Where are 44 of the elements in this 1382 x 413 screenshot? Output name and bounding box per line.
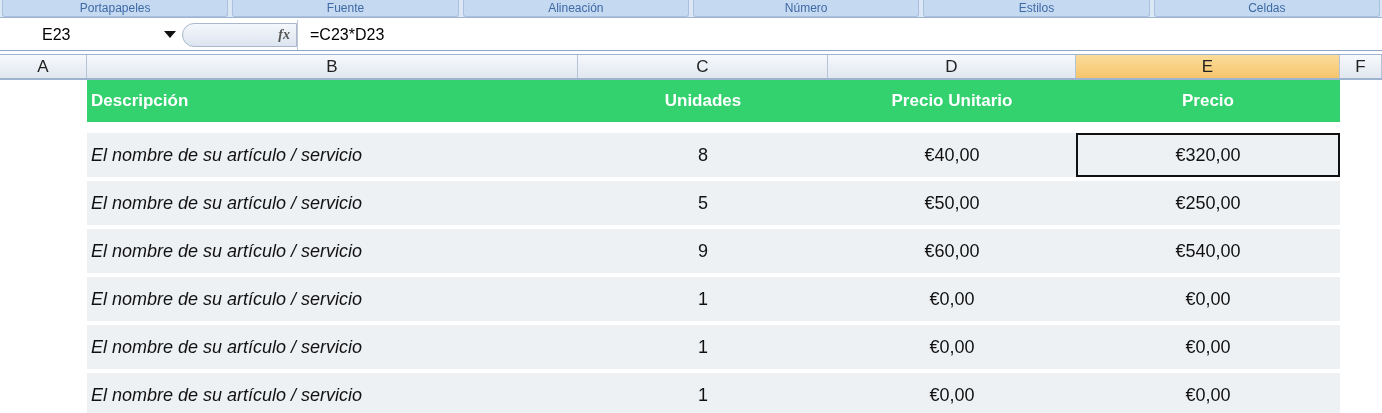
table-cell[interactable]: 1 (578, 277, 828, 321)
column-header[interactable]: D (828, 55, 1076, 78)
table-cell[interactable]: €540,00 (1076, 229, 1340, 273)
ribbon-group-label: Fuente (232, 0, 459, 17)
table-cell[interactable]: 5 (578, 181, 828, 225)
table-cell[interactable]: El nombre de su artículo / servicio (87, 229, 578, 273)
ribbon-group-label: Número (693, 0, 920, 17)
table-header-cell: Descripción (87, 80, 578, 122)
formula-field[interactable]: =C23*D23 (297, 20, 385, 50)
table-cell[interactable]: 1 (578, 325, 828, 369)
table-cell[interactable]: El nombre de su artículo / servicio (87, 277, 578, 321)
table-cell[interactable]: €0,00 (1076, 277, 1340, 321)
ribbon-group-label: Estilos (923, 0, 1150, 17)
table-cell[interactable]: €40,00 (828, 133, 1076, 177)
column-header[interactable]: B (87, 55, 578, 78)
column-header[interactable]: E (1076, 55, 1340, 78)
ribbon-group-label: Alineación (462, 0, 689, 17)
table-cell[interactable]: €320,00 (1076, 133, 1340, 177)
ribbon-group-label: Portapapeles (2, 0, 229, 17)
table-cell[interactable]: El nombre de su artículo / servicio (87, 181, 578, 225)
table-cell[interactable]: El nombre de su artículo / servicio (87, 373, 578, 413)
dropdown-caret-icon (164, 31, 176, 39)
table-cell[interactable]: €250,00 (1076, 181, 1340, 225)
table-cell[interactable]: El nombre de su artículo / servicio (87, 325, 578, 369)
table-header-cell: Precio Unitario (828, 80, 1076, 122)
table-cell[interactable]: €60,00 (828, 229, 1076, 273)
column-header[interactable]: A (0, 55, 87, 78)
table-cell[interactable]: €0,00 (1076, 373, 1340, 413)
table-cell[interactable]: 8 (578, 133, 828, 177)
table-cell[interactable]: €0,00 (1076, 325, 1340, 369)
ribbon-group-label: Celdas (1153, 0, 1380, 17)
name-box[interactable]: E23 (0, 26, 176, 44)
table-header-cell: Unidades (578, 80, 828, 122)
column-header[interactable]: F (1340, 55, 1382, 78)
table-cell[interactable]: El nombre de su artículo / servicio (87, 133, 578, 177)
table-cell[interactable]: €50,00 (828, 181, 1076, 225)
column-header[interactable]: C (578, 55, 828, 78)
table-cell[interactable]: €0,00 (828, 277, 1076, 321)
table-header-cell: Precio (1076, 80, 1340, 122)
table-cell[interactable]: €0,00 (828, 373, 1076, 413)
table-cell[interactable]: €0,00 (828, 325, 1076, 369)
table-cell[interactable]: 9 (578, 229, 828, 273)
table-cell[interactable]: 1 (578, 373, 828, 413)
insert-function-button[interactable]: fx (182, 23, 297, 47)
